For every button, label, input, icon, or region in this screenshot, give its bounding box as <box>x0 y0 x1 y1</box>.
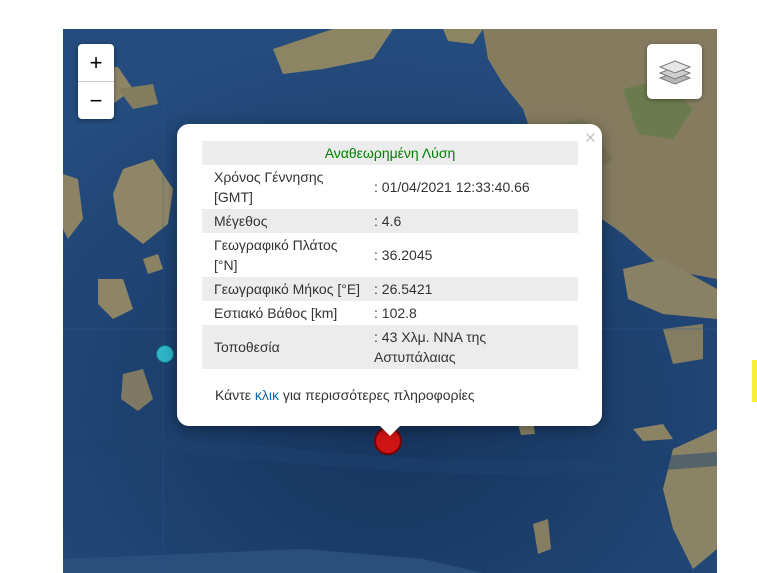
more-info-link[interactable]: κλικ <box>255 387 279 403</box>
longitude-value: : 26.5421 <box>374 277 578 301</box>
depth-label: Εστιακό Βάθος [km] <box>214 305 338 321</box>
zoom-control: + − <box>78 44 114 119</box>
depth-value: : 102.8 <box>374 305 417 321</box>
layers-icon <box>658 59 691 85</box>
page-edge-highlight <box>752 360 757 402</box>
earthquake-marker-other[interactable] <box>156 345 174 363</box>
layers-button[interactable] <box>647 44 702 99</box>
origin-time-value: : 01/04/2021 12:33:40.66 <box>374 179 530 195</box>
longitude-label: Γεωγραφικό Μήκος [°E] <box>202 277 374 301</box>
more-info-prefix: Κάντε <box>215 387 255 403</box>
earthquake-info-popup: × Αναθεωρημένη Λύση Χρόνος Γέννησης [GMT… <box>177 124 602 436</box>
origin-time-label: Χρόνος Γέννησης [GMT] <box>214 169 324 205</box>
popup-close-button[interactable]: × <box>585 128 596 150</box>
earthquake-details-table: Αναθεωρημένη Λύση Χρόνος Γέννησης [GMT] … <box>202 141 578 369</box>
more-info-suffix: για περισσότερες πληροφορίες <box>279 387 475 403</box>
zoom-in-button[interactable]: + <box>78 44 114 82</box>
latitude-value: : 36.2045 <box>374 247 433 263</box>
zoom-out-button[interactable]: − <box>78 82 114 119</box>
location-value: : 43 Χλμ. ΝΝΑ της Αστυπάλαιας <box>374 325 578 369</box>
location-label: Τοποθεσία <box>202 325 374 369</box>
magnitude-label: Μέγεθος <box>202 209 374 233</box>
magnitude-value: : 4.6 <box>374 209 578 233</box>
latitude-label: Γεωγραφικό Πλάτος [°N] <box>214 237 338 273</box>
popup-title: Αναθεωρημένη Λύση <box>202 141 578 165</box>
popup-tip <box>378 424 402 436</box>
more-info-text: Κάντε κλικ για περισσότερες πληροφορίες <box>215 387 475 403</box>
